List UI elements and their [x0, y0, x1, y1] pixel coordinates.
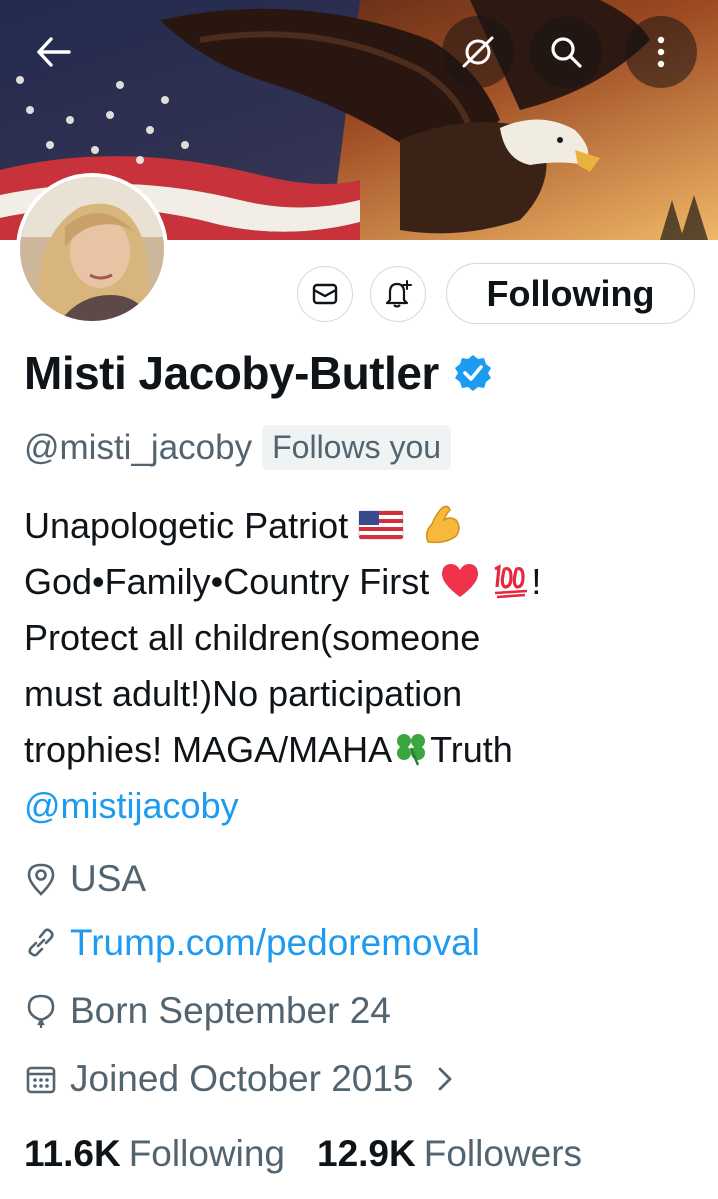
- back-arrow-icon: [37, 37, 71, 67]
- more-vertical-icon: [657, 36, 665, 68]
- flexed-bicep-emoji-icon: [426, 506, 460, 544]
- follows-you-badge: Follows you: [262, 425, 452, 470]
- profile-name-row: Misti Jacoby-Butler: [24, 346, 493, 400]
- calendar-icon: [26, 1066, 56, 1094]
- bio-text: God•Family•Country First: [24, 561, 430, 602]
- following-button[interactable]: Following: [446, 263, 695, 324]
- notification-bell-icon: [385, 280, 412, 308]
- followers-count-link[interactable]: 12.9K Followers: [317, 1133, 582, 1175]
- us-flag-emoji-icon: [358, 510, 404, 540]
- bio: Unapologetic Patriot God•Family•Country …: [24, 498, 704, 834]
- avatar[interactable]: [16, 173, 168, 325]
- bio-mention-link[interactable]: @mistijacoby: [24, 778, 704, 834]
- balloon-icon: [27, 994, 55, 1028]
- bio-text: Unapologetic Patriot: [24, 505, 349, 546]
- bio-text: trophies! MAGA/MAHA: [24, 729, 393, 770]
- handle-row: @misti_jacoby Follows you: [24, 425, 452, 470]
- followers-label: Followers: [423, 1133, 583, 1174]
- bio-line-5: trophies! MAGA/MAHA Truth: [24, 722, 704, 778]
- bio-line-3: Protect all children(someone: [24, 617, 481, 658]
- message-icon: [312, 283, 338, 305]
- website-row: Trump.com/pedoremoval: [24, 922, 480, 964]
- location-text: USA: [70, 858, 147, 899]
- hundred-points-emoji-icon: [494, 564, 528, 599]
- handle: @misti_jacoby: [24, 427, 253, 467]
- following-count-link[interactable]: 11.6K Following: [24, 1133, 285, 1175]
- four-leaf-clover-emoji-icon: [397, 734, 426, 766]
- bio-line-2: God•Family•Country First !: [24, 554, 704, 610]
- follow-stats: 11.6K Following 12.9K Followers: [24, 1133, 582, 1175]
- bio-text: Truth: [430, 729, 513, 770]
- notifications-button[interactable]: [370, 266, 426, 322]
- more-options-button[interactable]: [625, 16, 697, 88]
- birthday-row: Born September 24: [24, 990, 391, 1032]
- bio-text: !: [531, 561, 542, 602]
- search-button[interactable]: [530, 16, 602, 88]
- joined-text: Joined October 2015: [70, 1058, 414, 1099]
- bio-line-1: Unapologetic Patriot: [24, 498, 704, 554]
- grok-icon: [462, 36, 494, 68]
- back-button[interactable]: [20, 18, 88, 86]
- avatar-image: [20, 177, 164, 321]
- location-row: USA: [24, 858, 146, 900]
- birthday-text: Born September 24: [70, 990, 391, 1031]
- bio-line-4: must adult!)No participation: [24, 673, 463, 714]
- verified-badge-icon: [454, 355, 491, 391]
- red-heart-emoji-icon: [442, 564, 479, 598]
- message-button[interactable]: [297, 266, 353, 322]
- link-icon: [28, 928, 54, 957]
- joined-row[interactable]: Joined October 2015: [24, 1058, 470, 1100]
- search-icon: [551, 37, 582, 68]
- website-link[interactable]: Trump.com/pedoremoval: [70, 922, 480, 964]
- followers-count: 12.9K: [317, 1133, 416, 1174]
- grok-button[interactable]: [442, 16, 514, 88]
- following-count: 11.6K: [24, 1133, 121, 1174]
- location-pin-icon: [27, 863, 55, 896]
- chevron-right-icon: [438, 1067, 451, 1091]
- display-name: Misti Jacoby-Butler: [24, 347, 439, 399]
- following-label: Following: [128, 1133, 285, 1174]
